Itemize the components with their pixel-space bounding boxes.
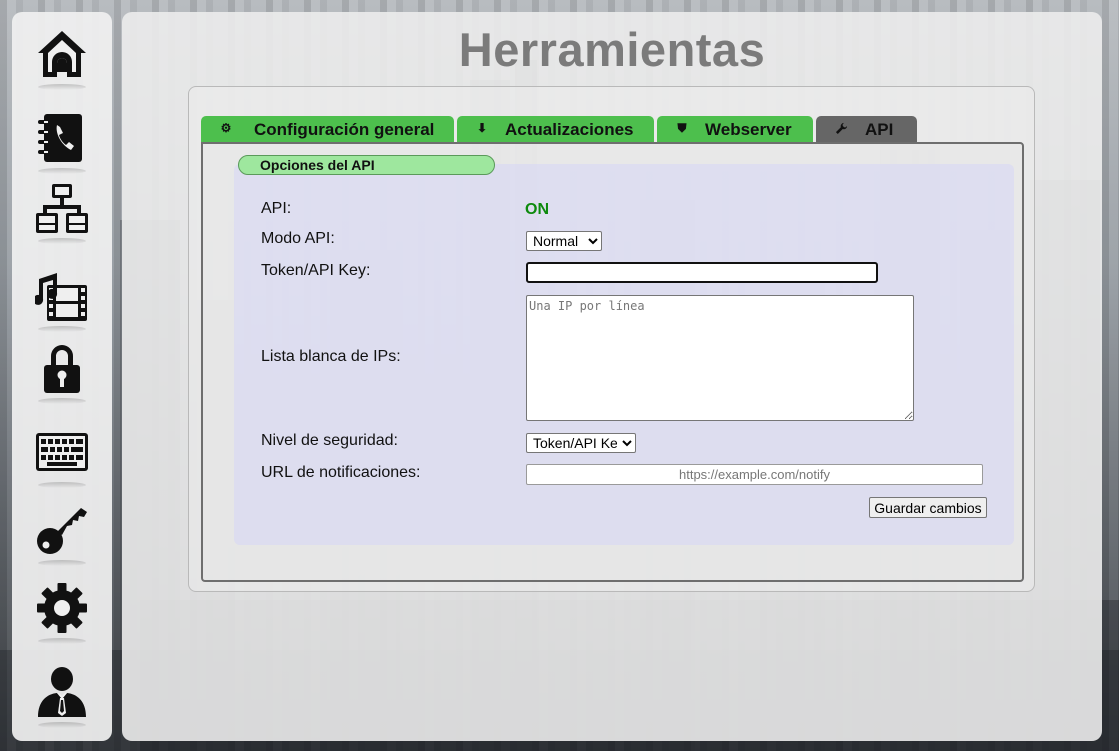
network-icon — [36, 184, 88, 233]
tab-configuracion-general[interactable]: ⚙ Configuración general — [201, 116, 454, 142]
sidebar-item-home[interactable] — [34, 26, 90, 90]
user-icon — [38, 667, 86, 717]
notify-url-input[interactable] — [526, 464, 983, 485]
tab-api[interactable]: API — [816, 116, 917, 142]
padlock-icon — [44, 345, 80, 393]
main-panel: Herramientas ⚙ Configuración general ⬇ A… — [122, 12, 1102, 741]
whitelist-label: Lista blanca de IPs: — [261, 348, 401, 365]
security-label: Nivel de seguridad: — [261, 432, 398, 449]
key-icon — [37, 508, 87, 554]
sidebar-item-keys[interactable] — [34, 502, 90, 566]
api-label: API: — [261, 200, 292, 217]
home-icon — [38, 31, 86, 77]
mode-label: Modo API: — [261, 230, 335, 247]
sidebar-item-security[interactable] — [34, 340, 90, 404]
security-select[interactable]: Token/API Key — [526, 433, 636, 453]
tab-webserver[interactable]: ⛊ Webserver — [657, 116, 813, 142]
ip-whitelist-textarea[interactable] — [526, 295, 914, 421]
tab-label: API — [865, 120, 894, 139]
media-icon — [35, 273, 87, 321]
sidebar-item-media[interactable] — [34, 268, 90, 332]
section-title: Opciones del API — [238, 155, 495, 175]
tab-label: Configuración general — [254, 120, 435, 139]
sidebar-item-keyboard[interactable] — [34, 424, 90, 488]
sidebar-item-network[interactable] — [34, 180, 90, 244]
token-input[interactable] — [526, 262, 878, 283]
api-status-value: ON — [525, 201, 549, 218]
keyboard-icon — [36, 433, 88, 471]
sidebar-item-user[interactable] — [34, 664, 90, 728]
api-options-form: API: ON Modo API: Normal Token/API Key: … — [234, 164, 1014, 545]
shield-icon: ⛊ — [677, 121, 687, 135]
api-tab-panel: API: ON Modo API: Normal Token/API Key: … — [201, 142, 1024, 582]
wrench-icon — [834, 121, 848, 135]
sidebar — [12, 12, 112, 741]
page-title: Herramientas — [458, 23, 766, 76]
tab-actualizaciones[interactable]: ⬇ Actualizaciones — [457, 116, 654, 142]
tab-label: Webserver — [705, 120, 792, 139]
phonebook-icon — [38, 114, 82, 162]
gear-icon — [37, 583, 87, 633]
tools-container: ⚙ Configuración general ⬇ Actualizacione… — [188, 86, 1035, 592]
gear-icon: ⚙ — [220, 121, 232, 135]
tab-label: Actualizaciones — [505, 120, 634, 139]
token-label: Token/API Key: — [261, 262, 371, 279]
sidebar-item-phonebook[interactable] — [34, 110, 90, 174]
download-icon: ⬇ — [476, 121, 488, 135]
notify-url-label: URL de notificaciones: — [261, 464, 421, 481]
save-button[interactable]: Guardar cambios — [869, 497, 987, 518]
mode-select[interactable]: Normal — [526, 231, 602, 251]
sidebar-item-settings[interactable] — [34, 580, 90, 644]
